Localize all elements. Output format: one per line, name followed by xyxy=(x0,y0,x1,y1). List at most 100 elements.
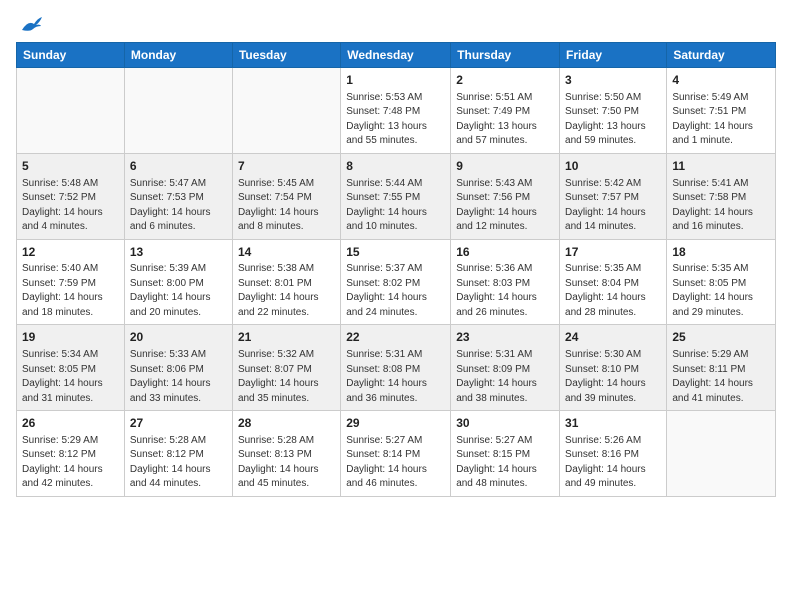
day-info: Sunrise: 5:31 AM Sunset: 8:08 PM Dayligh… xyxy=(346,348,445,406)
day-info: Sunrise: 5:30 AM Sunset: 8:10 PM Dayligh… xyxy=(565,348,661,406)
day-number: 5 xyxy=(22,158,119,175)
day-number: 24 xyxy=(565,329,661,346)
day-number: 22 xyxy=(346,329,445,346)
day-info: Sunrise: 5:28 AM Sunset: 8:13 PM Dayligh… xyxy=(238,434,335,492)
calendar-day-cell: 6Sunrise: 5:47 AM Sunset: 7:53 PM Daylig… xyxy=(124,153,232,239)
day-number: 4 xyxy=(672,72,770,89)
calendar-day-cell: 12Sunrise: 5:40 AM Sunset: 7:59 PM Dayli… xyxy=(17,239,125,325)
calendar-day-cell: 3 Sunrise: 5:50 AM Sunset: 7:50 PM Daylig… xyxy=(560,68,667,154)
day-number: 2 xyxy=(456,72,554,89)
day-number: 6 xyxy=(130,158,227,175)
calendar-day-cell xyxy=(667,411,776,497)
day-number: 23 xyxy=(456,329,554,346)
day-info: Sunrise: 5:34 AM Sunset: 8:05 PM Dayligh… xyxy=(22,348,119,406)
calendar-day-cell: 16Sunrise: 5:36 AM Sunset: 8:03 PM Dayli… xyxy=(451,239,560,325)
calendar-day-cell: 8Sunrise: 5:44 AM Sunset: 7:55 PM Daylig… xyxy=(341,153,451,239)
calendar-table: SundayMondayTuesdayWednesdayThursdayFrid… xyxy=(16,42,776,497)
day-number: 1 xyxy=(346,72,445,89)
calendar-day-cell: 7 Sunrise: 5:45 AM Sunset: 7:54 PM Daylig… xyxy=(232,153,340,239)
day-of-week-header: Tuesday xyxy=(232,43,340,68)
day-info: Sunrise: 5:28 AM Sunset: 8:12 PM Dayligh… xyxy=(130,434,227,492)
day-info: Sunrise: 5:43 AM Sunset: 7:56 PM Dayligh… xyxy=(456,177,554,235)
day-number: 10 xyxy=(565,158,661,175)
logo xyxy=(16,16,44,34)
calendar-day-cell: 24 Sunrise: 5:30 AM Sunset: 8:10 PM Dayli… xyxy=(560,325,667,411)
calendar-day-cell: 19 Sunrise: 5:34 AM Sunset: 8:05 PM Dayli… xyxy=(17,325,125,411)
calendar-day-cell: 25 Sunrise: 5:29 AM Sunset: 8:11 PM Dayli… xyxy=(667,325,776,411)
day-info: Sunrise: 5:44 AM Sunset: 7:55 PM Dayligh… xyxy=(346,177,445,235)
day-of-week-header: Friday xyxy=(560,43,667,68)
calendar-day-cell: 23 Sunrise: 5:31 AM Sunset: 8:09 PM Dayli… xyxy=(451,325,560,411)
calendar-day-cell: 20 Sunrise: 5:33 AM Sunset: 8:06 PM Dayli… xyxy=(124,325,232,411)
day-info: Sunrise: 5:37 AM Sunset: 8:02 PM Dayligh… xyxy=(346,262,445,320)
calendar-day-cell: 15Sunrise: 5:37 AM Sunset: 8:02 PM Dayli… xyxy=(341,239,451,325)
page-header xyxy=(16,16,776,34)
calendar-day-cell: 21 Sunrise: 5:32 AM Sunset: 8:07 PM Dayli… xyxy=(232,325,340,411)
day-info: Sunrise: 5:42 AM Sunset: 7:57 PM Dayligh… xyxy=(565,177,661,235)
day-info: Sunrise: 5:53 AM Sunset: 7:48 PM Dayligh… xyxy=(346,91,445,149)
calendar-week-row: 19 Sunrise: 5:34 AM Sunset: 8:05 PM Dayli… xyxy=(17,325,776,411)
day-number: 26 xyxy=(22,415,119,432)
calendar-day-cell: 30Sunrise: 5:27 AM Sunset: 8:15 PM Dayli… xyxy=(451,411,560,497)
day-number: 14 xyxy=(238,244,335,261)
calendar-day-cell: 1 Sunrise: 5:53 AM Sunset: 7:48 PM Daylig… xyxy=(341,68,451,154)
calendar-day-cell: 26 Sunrise: 5:29 AM Sunset: 8:12 PM Dayli… xyxy=(17,411,125,497)
calendar-day-cell: 14Sunrise: 5:38 AM Sunset: 8:01 PM Dayli… xyxy=(232,239,340,325)
day-of-week-header: Monday xyxy=(124,43,232,68)
day-number: 13 xyxy=(130,244,227,261)
day-info: Sunrise: 5:50 AM Sunset: 7:50 PM Dayligh… xyxy=(565,91,661,149)
calendar-week-row: 26 Sunrise: 5:29 AM Sunset: 8:12 PM Dayli… xyxy=(17,411,776,497)
day-number: 7 xyxy=(238,158,335,175)
day-of-week-header: Saturday xyxy=(667,43,776,68)
calendar-day-cell: 11Sunrise: 5:41 AM Sunset: 7:58 PM Dayli… xyxy=(667,153,776,239)
calendar-day-cell: 13Sunrise: 5:39 AM Sunset: 8:00 PM Dayli… xyxy=(124,239,232,325)
day-info: Sunrise: 5:48 AM Sunset: 7:52 PM Dayligh… xyxy=(22,177,119,235)
day-info: Sunrise: 5:36 AM Sunset: 8:03 PM Dayligh… xyxy=(456,262,554,320)
calendar-day-cell xyxy=(17,68,125,154)
day-info: Sunrise: 5:35 AM Sunset: 8:04 PM Dayligh… xyxy=(565,262,661,320)
calendar-day-cell: 10 Sunrise: 5:42 AM Sunset: 7:57 PM Dayli… xyxy=(560,153,667,239)
day-number: 28 xyxy=(238,415,335,432)
calendar-day-cell: 5 Sunrise: 5:48 AM Sunset: 7:52 PM Daylig… xyxy=(17,153,125,239)
calendar-week-row: 12Sunrise: 5:40 AM Sunset: 7:59 PM Dayli… xyxy=(17,239,776,325)
logo-bird-icon xyxy=(20,16,42,34)
calendar-day-cell xyxy=(232,68,340,154)
day-info: Sunrise: 5:49 AM Sunset: 7:51 PM Dayligh… xyxy=(672,91,770,149)
day-info: Sunrise: 5:29 AM Sunset: 8:12 PM Dayligh… xyxy=(22,434,119,492)
day-info: Sunrise: 5:32 AM Sunset: 8:07 PM Dayligh… xyxy=(238,348,335,406)
day-info: Sunrise: 5:39 AM Sunset: 8:00 PM Dayligh… xyxy=(130,262,227,320)
day-number: 31 xyxy=(565,415,661,432)
day-number: 11 xyxy=(672,158,770,175)
day-info: Sunrise: 5:40 AM Sunset: 7:59 PM Dayligh… xyxy=(22,262,119,320)
day-info: Sunrise: 5:38 AM Sunset: 8:01 PM Dayligh… xyxy=(238,262,335,320)
calendar-week-row: 1 Sunrise: 5:53 AM Sunset: 7:48 PM Daylig… xyxy=(17,68,776,154)
day-number: 18 xyxy=(672,244,770,261)
day-number: 15 xyxy=(346,244,445,261)
day-of-week-header: Sunday xyxy=(17,43,125,68)
calendar-day-cell: 17Sunrise: 5:35 AM Sunset: 8:04 PM Dayli… xyxy=(560,239,667,325)
calendar-day-cell: 2 Sunrise: 5:51 AM Sunset: 7:49 PM Daylig… xyxy=(451,68,560,154)
day-info: Sunrise: 5:29 AM Sunset: 8:11 PM Dayligh… xyxy=(672,348,770,406)
calendar-day-cell: 27Sunrise: 5:28 AM Sunset: 8:12 PM Dayli… xyxy=(124,411,232,497)
day-info: Sunrise: 5:45 AM Sunset: 7:54 PM Dayligh… xyxy=(238,177,335,235)
calendar-header-row: SundayMondayTuesdayWednesdayThursdayFrid… xyxy=(17,43,776,68)
calendar-day-cell: 28 Sunrise: 5:28 AM Sunset: 8:13 PM Dayli… xyxy=(232,411,340,497)
calendar-day-cell: 4 Sunrise: 5:49 AM Sunset: 7:51 PM Daylig… xyxy=(667,68,776,154)
day-number: 25 xyxy=(672,329,770,346)
day-number: 20 xyxy=(130,329,227,346)
day-number: 21 xyxy=(238,329,335,346)
calendar-day-cell: 29 Sunrise: 5:27 AM Sunset: 8:14 PM Dayli… xyxy=(341,411,451,497)
day-info: Sunrise: 5:35 AM Sunset: 8:05 PM Dayligh… xyxy=(672,262,770,320)
day-info: Sunrise: 5:27 AM Sunset: 8:14 PM Dayligh… xyxy=(346,434,445,492)
day-info: Sunrise: 5:51 AM Sunset: 7:49 PM Dayligh… xyxy=(456,91,554,149)
day-number: 3 xyxy=(565,72,661,89)
day-info: Sunrise: 5:33 AM Sunset: 8:06 PM Dayligh… xyxy=(130,348,227,406)
day-of-week-header: Thursday xyxy=(451,43,560,68)
day-number: 29 xyxy=(346,415,445,432)
day-number: 16 xyxy=(456,244,554,261)
day-number: 30 xyxy=(456,415,554,432)
calendar-day-cell xyxy=(124,68,232,154)
day-info: Sunrise: 5:31 AM Sunset: 8:09 PM Dayligh… xyxy=(456,348,554,406)
day-number: 19 xyxy=(22,329,119,346)
day-number: 17 xyxy=(565,244,661,261)
